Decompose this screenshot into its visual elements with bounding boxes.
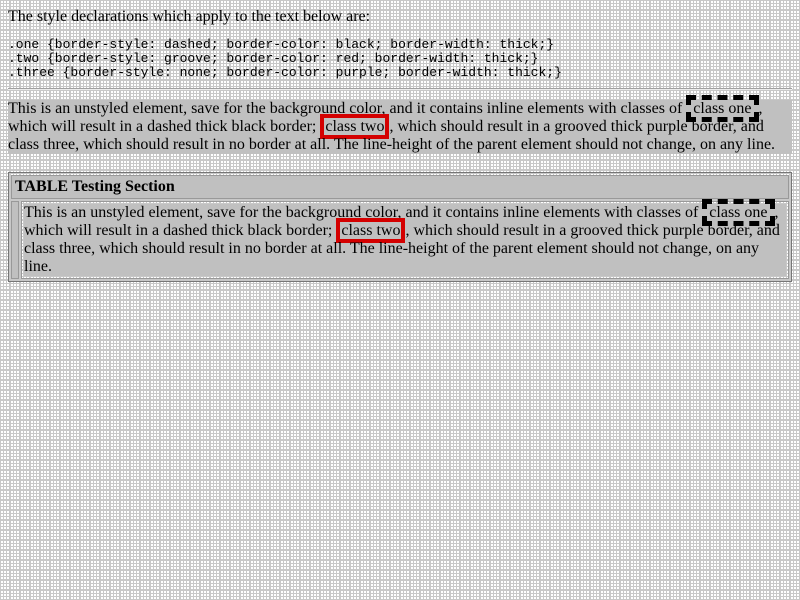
table-content-cell: This is an unstyled element, save for th… xyxy=(21,199,789,279)
page-content: The style declarations which apply to th… xyxy=(8,8,792,282)
paragraph-text-4: , which should result in no border at al… xyxy=(75,136,776,153)
declaration-one: .one {border-style: dashed; border-color… xyxy=(8,37,555,52)
table-content-row: This is an unstyled element, save for th… xyxy=(11,199,789,279)
horizontal-rule xyxy=(8,88,792,90)
table-heading: TABLE Testing Section xyxy=(11,175,789,199)
test-table: TABLE Testing Section This is an unstyle… xyxy=(8,172,792,282)
test-paragraph: This is an unstyled element, save for th… xyxy=(8,95,792,154)
table-spacer-cell xyxy=(11,201,19,279)
table-paragraph-text-3: , which should result in a grooved thick… xyxy=(405,222,780,239)
intro-text: The style declarations which apply to th… xyxy=(8,8,371,25)
table-test-paragraph: This is an unstyled element, save for th… xyxy=(24,199,786,276)
declaration-two: .two {border-style: groove; border-color… xyxy=(8,51,539,66)
class-three-span: class three xyxy=(8,136,76,153)
declaration-three: .three {border-style: none; border-color… xyxy=(8,65,562,80)
table-class-three-span: class three xyxy=(24,240,92,257)
table-heading-row: TABLE Testing Section xyxy=(11,175,789,199)
style-declarations: .one {border-style: dashed; border-color… xyxy=(8,38,792,80)
table-paragraph-text-4: , which should result in no border at al… xyxy=(24,240,760,275)
paragraph-text-3: , which should result in a grooved thick… xyxy=(389,118,764,135)
